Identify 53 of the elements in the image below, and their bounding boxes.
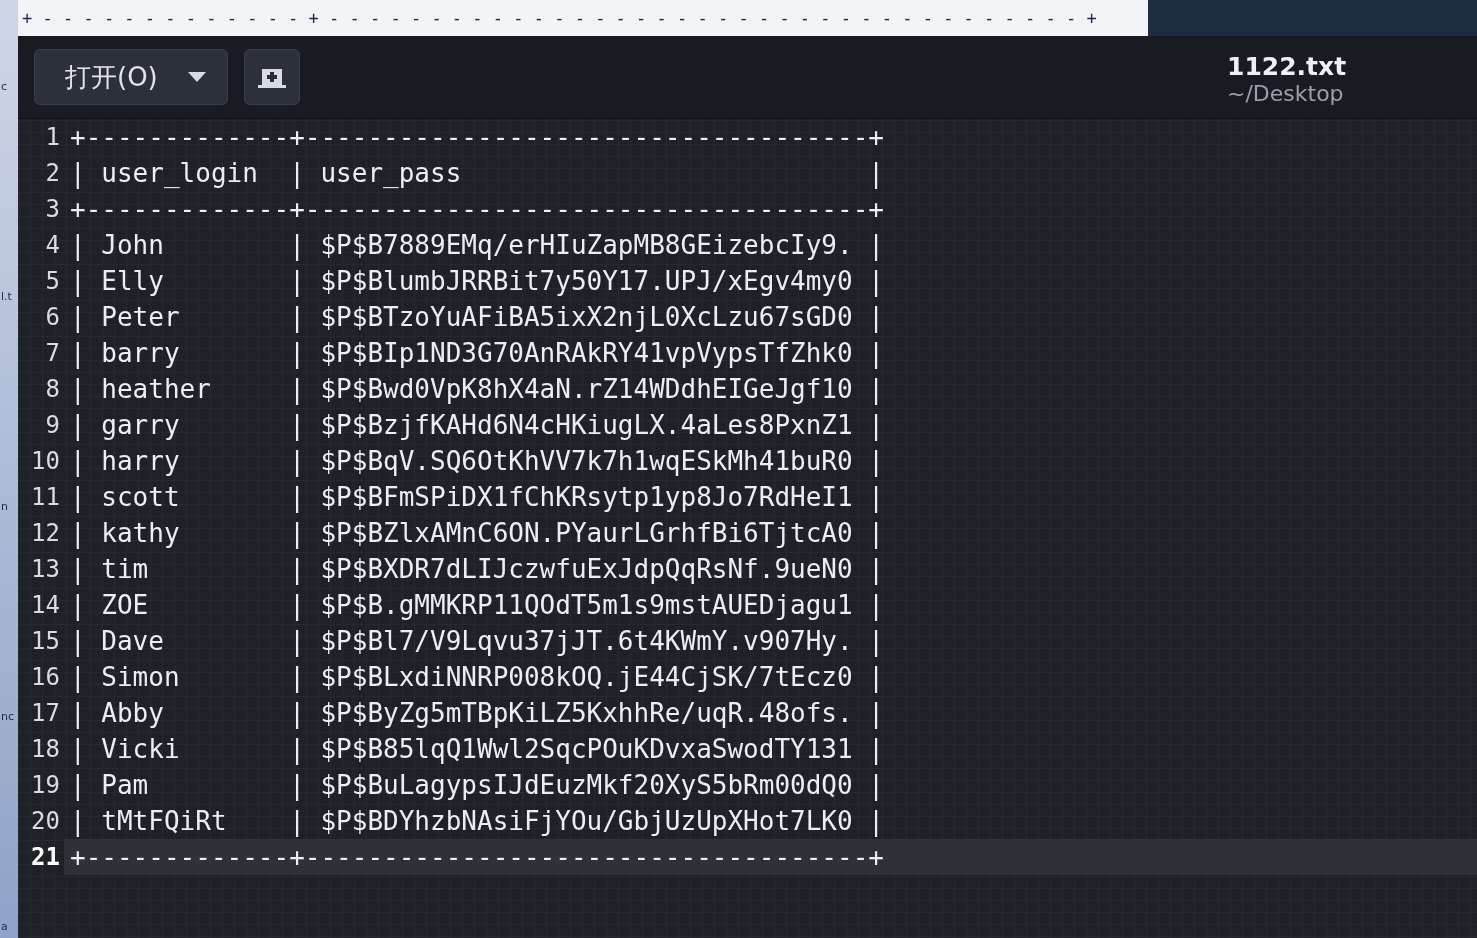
- caret-icon: [187, 71, 207, 83]
- code-line: | kathy | $P$BZlxAMnC6ON.PYaurLGrhfBi6TjtcA0 |: [70, 518, 884, 548]
- code-line: | Simon | $P$BLxdiNNRP008kOQ.jE44CjSK/7tEcz0 |: [70, 662, 884, 692]
- line-number: 20: [30, 807, 60, 835]
- code-line: | Abby | $P$ByZg5mTBpKiLZ5KxhhRe/uqR.48ofs. |: [70, 698, 884, 728]
- code-line: | tMtFQiRt | $P$BDYhzbNAsiFjYOu/GbjUzUpXHot7LK0 |: [70, 806, 884, 836]
- code-line: | user_login | user_pass |: [70, 158, 884, 188]
- line-number: 9: [44, 411, 60, 439]
- line-number: 18: [30, 735, 60, 763]
- line-number: 10: [30, 447, 60, 475]
- code-line: | Pam | $P$BuLagypsIJdEuzMkf20XyS5bRm00dQ0 |: [70, 770, 884, 800]
- file-path: ~/Desktop: [1227, 81, 1345, 106]
- line-number: 5: [44, 267, 60, 295]
- line-number: 2: [44, 159, 60, 187]
- line-number: 19: [30, 771, 60, 799]
- code-line: | scott | $P$BFmSPiDX1fChKRsytp1yp8Jo7RdHeI1 |: [70, 482, 884, 512]
- cut-text: nc: [1, 710, 15, 723]
- cut-text: l.t: [1, 290, 12, 303]
- line-number: 12: [30, 519, 60, 547]
- code-line: | harry | $P$BqV.SQ6OtKhVV7k7h1wqESkMh41buR0 |: [70, 446, 884, 476]
- code-line: | garry | $P$BzjfKAHd6N4cHKiugLX.4aLes8PxnZ1 |: [70, 410, 884, 440]
- line-number: 11: [30, 483, 60, 511]
- code-line: | Peter | $P$BTzoYuAFiBA5ixX2njL0XcLzu67sGD0 |: [70, 302, 884, 332]
- line-number: 1: [44, 123, 60, 151]
- code-line: | Elly | $P$BlumbJRRBit7y50Y17.UPJ/xEgv4my0 |: [70, 266, 884, 296]
- line-number: 14: [30, 591, 60, 619]
- line-number: 7: [44, 339, 60, 367]
- line-number: 8: [44, 375, 60, 403]
- open-button[interactable]: 打开(O): [34, 49, 228, 105]
- line-number: 13: [30, 555, 60, 583]
- window-text: + - - - - - - - - - - - - - + - - - - - - - - - - - - - - - - - - - - - - - - - - - - - - - - - - - - - +: [21, 8, 1097, 28]
- code-line: | barry | $P$BIp1ND3G70AnRAkRY41vpVypsTfZhk0 |: [70, 338, 884, 368]
- code-line: +-------------+------------------------------------+: [70, 194, 884, 224]
- line-number: 15: [30, 627, 60, 655]
- code-line: | heather | $P$Bwd0VpK8hX4aN.rZ14WDdhEIGeJgf10 |: [70, 374, 884, 404]
- cut-text: c: [1, 80, 8, 93]
- code-line: +-------------+------------------------------------+: [70, 122, 884, 152]
- line-number: 4: [44, 231, 60, 259]
- code-line: | John | $P$B7889EMq/erHIuZapMB8GEizebcIy9. |: [70, 230, 884, 260]
- code-line: +-------------+------------------------------------+: [70, 842, 884, 872]
- new-document-button[interactable]: [244, 49, 300, 105]
- code-line: | ZOE | $P$B.gMMKRP11QOdT5m1s9mstAUEDjagu1 |: [70, 590, 884, 620]
- cut-text: n: [1, 500, 8, 513]
- code-line: | tim | $P$BXDR7dLIJczwfuExJdpQqRsNf.9ueN0 |: [70, 554, 884, 584]
- file-name: 1122.txt: [1227, 52, 1348, 81]
- line-number: 17: [30, 699, 60, 727]
- line-number: 3: [44, 195, 60, 223]
- line-number: 6: [44, 303, 60, 331]
- code-line: | Dave | $P$Bl7/V9Lqvu37jJT.6t4KWmY.v907Hy. |: [70, 626, 884, 656]
- cut-text: a: [1, 920, 8, 933]
- line-number: 21: [30, 843, 60, 871]
- code-line: | Vicki | $P$B85lqQ1Wwl2SqcPOuKDvxaSwodTY131 |: [70, 734, 884, 764]
- line-number: 16: [30, 663, 60, 691]
